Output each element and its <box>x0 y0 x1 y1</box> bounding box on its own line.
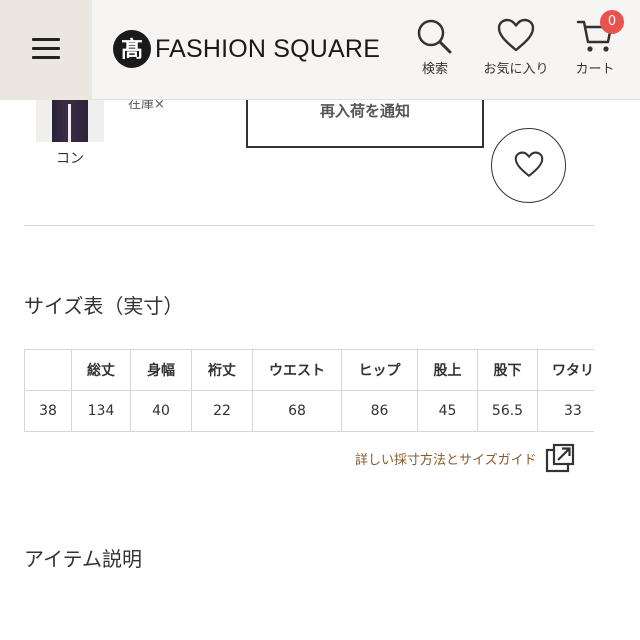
table-header-cell: 総丈 <box>71 349 131 391</box>
color-label: コン <box>56 151 84 167</box>
table-header-cell: ワタリ <box>537 349 594 391</box>
table-header-cell <box>24 349 72 391</box>
site-header: 髙 FASHION SQUARE 検索 お気に入り 0 カート <box>0 0 640 100</box>
hamburger-icon[interactable] <box>32 38 60 59</box>
table-cell: 134 <box>71 390 131 432</box>
heart-icon <box>514 151 544 177</box>
table-header-cell: 裄丈 <box>191 349 253 391</box>
size-guide-link[interactable]: 詳しい採寸方法とサイズガイド <box>355 443 575 473</box>
table-cell: 33 <box>537 390 594 432</box>
logo-text: FASHION SQUARE <box>155 34 381 63</box>
section-divider <box>24 225 594 226</box>
item-description-title: アイテム説明 <box>24 547 142 571</box>
table-cell: 40 <box>130 390 192 432</box>
table-cell: 45 <box>417 390 478 432</box>
logo-mark-icon: 髙 <box>113 30 151 68</box>
table-header-cell: 股下 <box>477 349 538 391</box>
cart-button[interactable]: 0 カート <box>560 10 630 84</box>
table-header-cell: ウエスト <box>252 349 342 391</box>
external-link-icon <box>545 443 574 473</box>
search-button[interactable]: 検索 <box>400 14 470 84</box>
size-table-scroll[interactable]: 総丈 身幅 裄丈 ウエスト ヒップ 股上 股下 ワタリ 38 134 40 22… <box>24 349 594 432</box>
cart-count-badge: 0 <box>600 10 624 34</box>
garment-image <box>52 100 88 142</box>
add-favorite-button[interactable] <box>491 128 566 203</box>
table-cell: 86 <box>341 390 418 432</box>
table-header-row: 総丈 身幅 裄丈 ウエスト ヒップ 股上 股下 ワタリ <box>24 349 594 391</box>
page: 髙 FASHION SQUARE 検索 お気に入り 0 カート コン 在庫× 再… <box>0 0 640 640</box>
table-cell: 56.5 <box>477 390 538 432</box>
table-header-cell: 股上 <box>417 349 478 391</box>
cart-label: カート <box>575 62 615 77</box>
table-header-cell: 身幅 <box>130 349 192 391</box>
table-cell: 38 <box>24 390 72 432</box>
table-cell: 68 <box>252 390 342 432</box>
logo-mark-glyph: 髙 <box>121 37 143 63</box>
site-logo[interactable]: 髙 FASHION SQUARE <box>112 29 380 69</box>
size-guide-label: 詳しい採寸方法とサイズガイド <box>355 452 537 468</box>
table-row: 38 134 40 22 68 86 45 56.5 33 <box>24 390 594 432</box>
table-header-cell: ヒップ <box>341 349 418 391</box>
favorites-button[interactable]: お気に入り <box>481 14 551 84</box>
restock-notify-label: 再入荷を通知 <box>319 102 410 120</box>
table-cell: 22 <box>191 390 253 432</box>
menu-button[interactable] <box>0 0 92 100</box>
size-table-title: サイズ表（実寸） <box>24 294 184 318</box>
search-icon <box>417 19 452 54</box>
favorite-label: お気に入り <box>483 62 549 77</box>
size-table: 総丈 身幅 裄丈 ウエスト ヒップ 股上 股下 ワタリ 38 134 40 22… <box>24 349 594 432</box>
heart-icon <box>497 18 535 52</box>
search-label: 検索 <box>421 62 448 77</box>
color-swatch-thumbnail[interactable] <box>36 100 104 142</box>
